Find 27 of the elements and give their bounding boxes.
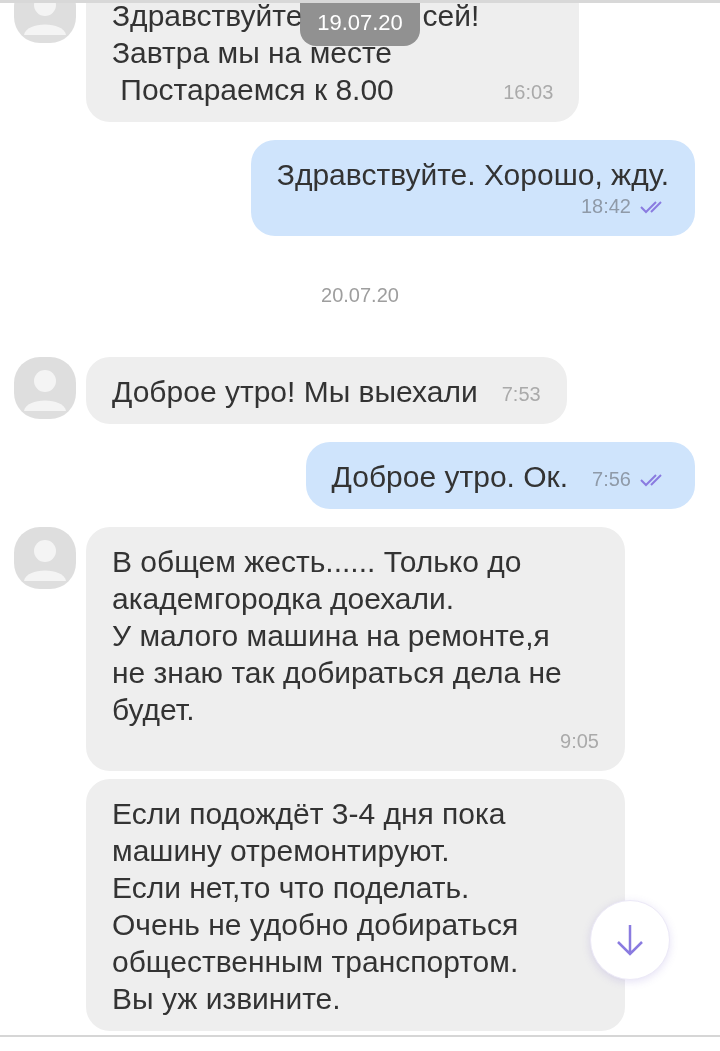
message-text: У малого машина на ремонте,я	[112, 618, 550, 654]
message-text: сей!	[422, 3, 480, 34]
message-text: Постараемся к 8.00	[119, 72, 394, 108]
message-text: Доброе утро. Ок.	[331, 459, 569, 495]
date-badge: 19.07.20	[300, 3, 420, 46]
avatar-icon	[14, 527, 76, 589]
message-time: 7:56	[592, 468, 631, 491]
message-text: будет.	[112, 692, 195, 728]
message-text: машину отремонтируют.	[112, 833, 450, 869]
date-separator: 20.07.20	[321, 284, 399, 307]
avatar-icon	[14, 357, 76, 419]
message-time: 7:53	[501, 383, 541, 406]
message-text: Очень не удобно добираться	[112, 907, 519, 943]
message-text: Если нет,то что поделать.	[112, 870, 470, 906]
message-text: не знаю так добираться дела не	[112, 655, 562, 691]
message-time: 16:03	[503, 81, 554, 104]
message-text: В общем жесть...... Только до	[112, 544, 522, 580]
message-text: Здравствуйте	[112, 3, 303, 34]
message-text: Если подождёт 3-4 дня пока	[112, 796, 506, 832]
message-text: общественным транспортом.	[112, 944, 519, 980]
message-time: 9:05	[560, 730, 599, 753]
message-text: Доброе утро! Мы выехали	[112, 374, 478, 410]
arrow-down-icon	[615, 923, 645, 957]
message-text: Вы уж извините.	[112, 981, 341, 1017]
message-text: Здравствуйте. Хорошо, жду.	[276, 157, 669, 193]
message-text: академгородка доехали.	[112, 581, 455, 617]
message-time: 18:42	[580, 195, 631, 218]
